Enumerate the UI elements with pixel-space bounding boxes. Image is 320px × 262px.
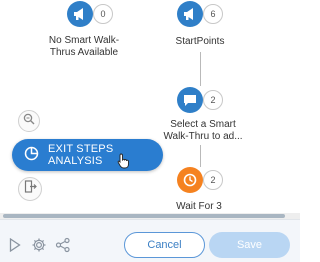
flow-canvas: 0 No Smart Walk- Thrus Available 6 Start… (0, 0, 300, 216)
cancel-button[interactable]: Cancel (124, 232, 205, 258)
zoom-button[interactable] (18, 110, 40, 132)
footer-bar: Cancel Save (0, 219, 300, 262)
step-label: Select a Smart Walk-Thru to ad... (163, 119, 243, 142)
message-bubble-icon[interactable] (177, 87, 203, 113)
hand-cursor-icon (117, 153, 131, 174)
exit-steps-analysis-label: EXIT STEPS ANALYSIS (48, 143, 114, 167)
save-button[interactable]: Save (209, 232, 290, 258)
pie-chart-icon (24, 146, 39, 164)
step-label: StartPoints (175, 36, 225, 47)
step-count-badge: 0 (93, 4, 113, 24)
gear-icon[interactable] (31, 237, 47, 253)
exit-door-icon (24, 180, 37, 198)
step-label: Wait For 3 (176, 201, 222, 212)
scrollbar-thumb[interactable] (3, 214, 285, 218)
step-count-badge: 2 (203, 90, 223, 110)
exit-button[interactable] (18, 177, 42, 201)
flow-connector (200, 145, 201, 167)
step-label: No Smart Walk- Thrus Available (48, 35, 120, 58)
megaphone-icon[interactable] (177, 1, 203, 27)
step-count-badge: 2 (203, 170, 223, 190)
exit-steps-analysis-button[interactable]: EXIT STEPS ANALYSIS (12, 139, 163, 171)
magnifier-icon (23, 112, 35, 130)
play-icon[interactable] (9, 238, 21, 252)
step-count-badge: 6 (203, 4, 223, 24)
flow-connector (200, 52, 201, 86)
megaphone-icon[interactable] (67, 1, 93, 27)
share-icon[interactable] (55, 237, 71, 253)
clock-icon[interactable] (177, 167, 203, 193)
